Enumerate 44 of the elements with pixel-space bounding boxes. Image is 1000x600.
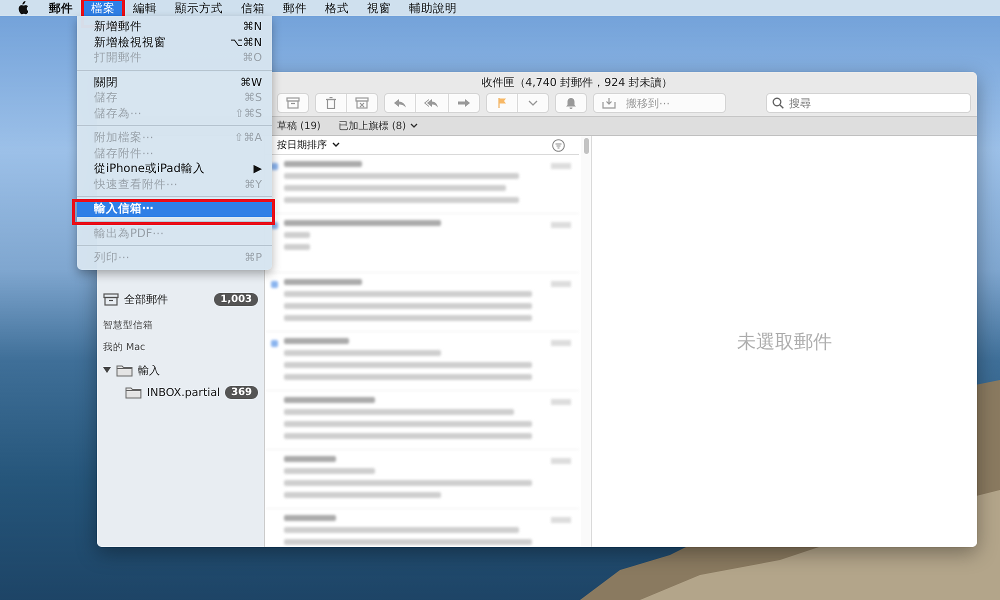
menu-bar-item[interactable]: 輔助說明 [402,0,464,16]
search-field[interactable]: 搜尋 [766,93,971,113]
menu-item[interactable]: 從iPhone或iPad輸入 ▶ [77,161,272,176]
menu-bar-item[interactable]: 郵件 [276,0,314,16]
tray-icon [602,97,616,109]
window-title: 收件匣（4,740 封郵件，924 封未讀） [481,75,673,90]
menu-bar-item[interactable]: 信箱 [234,0,272,16]
search-icon [772,97,784,109]
forward-icon [457,97,471,109]
sort-button[interactable]: 按日期排序 [277,138,340,152]
menu-item[interactable]: 關閉 ⌘W [77,74,272,90]
menu-bar-item[interactable]: 郵件 [42,0,80,16]
favorites-item[interactable]: 草稿 (19) [277,119,321,133]
bell-icon [564,97,578,109]
favorites-item[interactable]: 已加上旗標 (8) [338,119,418,133]
menu-bar-item[interactable]: 格式 [318,0,356,16]
archive-box-icon [103,292,119,306]
count-badge: 369 [225,386,258,398]
reply-icon [393,97,407,109]
folder-icon [116,364,133,376]
empty-state-text: 未選取郵件 [737,330,832,354]
menu-bar-item[interactable]: 視窗 [360,0,398,16]
menu-bar-item[interactable]: 顯示方式 [168,0,230,16]
archive-icon [286,97,300,109]
section-header: 我的 Mac [103,341,146,354]
filter-button[interactable] [552,138,565,152]
scrollbar[interactable] [581,136,591,547]
chevron-down-icon [332,142,340,148]
mailbox-label[interactable]: 輸入 [138,362,258,378]
menu-item[interactable]: 新增郵件 ⌘N [77,19,272,34]
section-header: 智慧型信箱 [103,319,154,332]
menu-bar-item[interactable]: 編輯 [126,0,164,16]
apple-icon [16,1,28,15]
folder-icon [125,386,142,398]
reply-all-icon [424,97,440,109]
filter-icon [552,138,565,152]
mailbox-label[interactable]: 全部郵件 [124,292,210,306]
delete-icon [324,97,338,109]
count-badge: 1,003 [214,292,258,306]
junk-icon [355,97,369,109]
menu-item[interactable]: 輸入信箱⋯ [77,201,272,216]
menu-bar-item[interactable]: 檔案 [84,0,122,16]
menu-item[interactable]: 新增檢視視窗 ⌥⌘N [77,34,272,50]
mailbox-label[interactable]: INBOX.partial [146,386,220,398]
